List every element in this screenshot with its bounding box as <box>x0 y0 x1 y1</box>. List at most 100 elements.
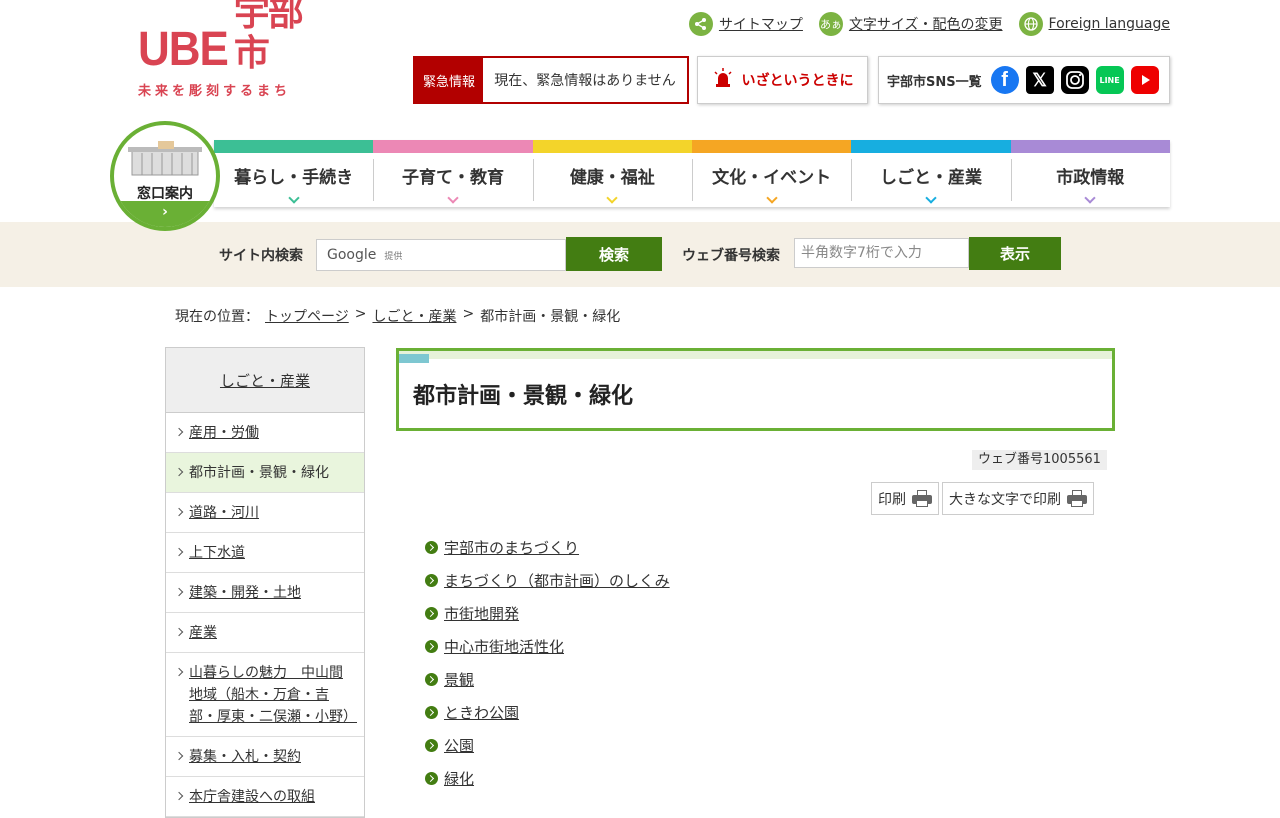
nav-city-info[interactable]: 市政情報 <box>1010 140 1170 207</box>
side-menu-item[interactable]: 産業 <box>166 613 364 653</box>
link-item[interactable]: 中心市街地活性化 <box>425 630 670 663</box>
side-menu-item-label: 募集・入札・契約 <box>189 749 301 765</box>
text-size-link[interactable]: あぁ 文字サイズ・配色の変更 <box>818 12 1003 36</box>
sitemap-link[interactable]: サイトマップ <box>688 12 803 36</box>
link-label: 景観 <box>444 671 475 689</box>
link-item[interactable]: ときわ公園 <box>425 696 670 729</box>
print-large-button[interactable]: 大きな文字で印刷 <box>942 482 1094 515</box>
nav-culture-label: 文化・イベント <box>712 168 832 188</box>
link-label: 市街地開発 <box>444 605 520 623</box>
text-size-icon: あぁ <box>818 12 843 36</box>
emergency-info[interactable]: 緊急情報 現在、緊急情報はありません <box>413 56 689 104</box>
chevron-down-icon <box>447 192 459 204</box>
side-menu-item-label: 道路・河川 <box>189 505 259 521</box>
breadcrumb-link-business[interactable]: しごと・産業 <box>372 306 456 326</box>
print-button[interactable]: 印刷 <box>871 482 939 515</box>
line-icon[interactable]: LINE <box>1095 66 1124 94</box>
link-item[interactable]: まちづくり（都市計画）のしくみ <box>425 564 670 597</box>
side-menu-item[interactable]: 道路・河川 <box>166 493 364 533</box>
globe-icon <box>1018 12 1043 36</box>
print-large-label: 大きな文字で印刷 <box>949 491 1061 508</box>
printer-icon <box>912 489 932 508</box>
chevron-circle-icon <box>425 739 438 752</box>
page-title: 都市計画・景観・緑化 <box>413 384 634 409</box>
chevron-right-icon: › <box>114 201 216 227</box>
site-search-input[interactable]: Google 提供 <box>316 239 566 271</box>
nav-city-info-label: 市政情報 <box>1056 168 1125 188</box>
nav-childcare[interactable]: 子育て・教育 <box>373 140 533 207</box>
title-accent <box>399 354 429 363</box>
link-list: 宇部市のまちづくり まちづくり（都市計画）のしくみ 市街地開発 中心市街地活性化… <box>425 531 670 795</box>
site-search-label: サイト内検索 <box>219 248 303 264</box>
chevron-circle-icon <box>425 607 438 620</box>
chevron-down-icon <box>765 192 778 204</box>
side-menu-item[interactable]: 募集・入札・契約 <box>166 737 364 777</box>
foreign-language-link[interactable]: Foreign language <box>1018 12 1170 36</box>
facebook-icon[interactable]: f <box>990 66 1019 94</box>
show-button[interactable]: 表示 <box>969 237 1061 270</box>
chevron-circle-icon <box>425 640 438 653</box>
youtube-icon[interactable] <box>1130 66 1159 94</box>
side-menu-item[interactable]: 本庁舎建設への取組 <box>166 777 364 817</box>
nav-living-label: 暮らし・手続き <box>234 168 354 188</box>
side-menu-item-label: 上下水道 <box>189 545 245 561</box>
site-logo[interactable]: UBE 宇部市 未来を彫刻するまち <box>138 0 328 100</box>
link-item[interactable]: 宇部市のまちづくり <box>425 531 670 564</box>
x-icon[interactable]: 𝕏 <box>1025 66 1054 94</box>
side-menu-item-label: 都市計画・景観・緑化 <box>189 465 329 481</box>
search-button[interactable]: 検索 <box>566 237 662 271</box>
printer-icon <box>1067 489 1087 508</box>
link-item[interactable]: 市街地開発 <box>425 597 670 630</box>
sitemap-label: サイトマップ <box>718 17 803 33</box>
chevron-circle-icon <box>425 673 438 686</box>
link-label: 公園 <box>444 737 475 755</box>
side-menu-item-active[interactable]: 都市計画・景観・緑化 <box>166 453 364 493</box>
breadcrumb-prefix: 現在の位置： <box>175 309 259 325</box>
nav-living[interactable]: 暮らし・手続き <box>214 140 374 207</box>
emergency-guide-button[interactable]: いざというときに <box>697 56 868 104</box>
side-menu-item[interactable]: 上下水道 <box>166 533 364 573</box>
nav-health[interactable]: 健康・福祉 <box>532 140 692 207</box>
breadcrumb: 現在の位置： トップページ > しごと・産業 > 都市計画・景観・緑化 <box>175 306 620 326</box>
link-item[interactable]: 緑化 <box>425 762 670 795</box>
instagram-icon[interactable] <box>1060 66 1089 94</box>
google-label: Google <box>327 247 377 263</box>
side-menu-item-label: 産業 <box>189 625 217 641</box>
title-strip <box>399 351 1112 359</box>
emergency-guide-label: いざというときに <box>741 73 854 89</box>
webno-input[interactable] <box>794 238 969 268</box>
google-provided-label: 提供 <box>384 251 403 262</box>
global-nav: 暮らし・手続き 子育て・教育 健康・福祉 文化・イベント しごと・産業 市政情報 <box>214 140 1170 207</box>
emergency-label: 緊急情報 <box>415 58 483 102</box>
side-menu-item-label: 産用・労働 <box>189 425 259 441</box>
side-menu-item-label: 山暮らしの魅力 中山間地域（船木・万倉・吉部・厚東・二俣瀬・小野） <box>189 665 357 725</box>
side-menu-item-label: 本庁舎建設への取組 <box>189 789 315 805</box>
nav-business[interactable]: しごと・産業 <box>851 140 1011 207</box>
nav-childcare-label: 子育て・教育 <box>401 168 504 188</box>
sns-list: 宇部市SNS一覧 f 𝕏 LINE <box>878 56 1170 104</box>
logo-kanji: 宇部市 <box>233 0 304 74</box>
counter-guide-button[interactable]: 窓口案内 › <box>110 121 220 231</box>
link-label: ときわ公園 <box>444 704 520 722</box>
sns-label: 宇部市SNS一覧 <box>887 74 982 90</box>
link-label: まちづくり（都市計画）のしくみ <box>444 572 670 590</box>
link-label: 中心市街地活性化 <box>444 638 565 656</box>
side-menu-item-label: 建築・開発・土地 <box>189 585 301 601</box>
foreign-language-label: Foreign language <box>1048 16 1170 32</box>
side-menu-item[interactable]: 建築・開発・土地 <box>166 573 364 613</box>
breadcrumb-link-top[interactable]: トップページ <box>265 306 349 326</box>
utility-links: サイトマップ あぁ 文字サイズ・配色の変更 Foreign language <box>688 12 1170 36</box>
share-icon <box>688 12 713 36</box>
nav-health-label: 健康・福祉 <box>569 168 655 188</box>
side-menu-item[interactable]: 産用・労働 <box>166 413 364 453</box>
nav-culture[interactable]: 文化・イベント <box>691 140 852 207</box>
webno-search-label: ウェブ番号検索 <box>682 248 780 264</box>
side-menu-item[interactable]: 山暮らしの魅力 中山間地域（船木・万倉・吉部・厚東・二俣瀬・小野） <box>166 653 364 737</box>
link-label: 緑化 <box>444 770 475 788</box>
link-item[interactable]: 景観 <box>425 663 670 696</box>
side-menu-head[interactable]: しごと・産業 <box>166 348 364 413</box>
link-item[interactable]: 公園 <box>425 729 670 762</box>
link-label: 宇部市のまちづくり <box>444 539 580 557</box>
chevron-down-icon <box>1084 192 1096 204</box>
chevron-circle-icon <box>425 706 438 719</box>
